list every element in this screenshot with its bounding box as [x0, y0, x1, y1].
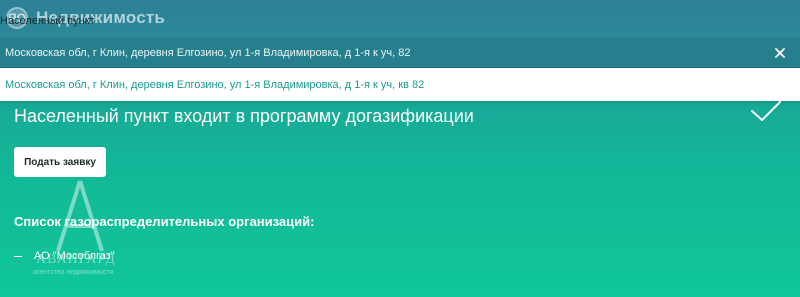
close-icon-glyph — [775, 47, 785, 58]
status-heading: Населенный пункт входит в программу дога… — [14, 106, 474, 126]
org-name[interactable]: АО "Мособлгаз" — [34, 250, 115, 262]
agency-watermark: АВАНГАРД агентство недвижимости — [28, 176, 128, 286]
address-input[interactable]: Московская обл, г Клин, деревня Елгозино… — [0, 38, 800, 68]
watermark-subtitle: агентство недвижимости — [33, 269, 114, 276]
suggestion-item[interactable]: Московская обл, г Клин, деревня Елгозино… — [5, 79, 424, 91]
address-input-value[interactable]: Московская обл, г Клин, деревня Елгозино… — [5, 47, 768, 59]
checkmark-icon — [751, 101, 781, 121]
address-field-label: Населенный пункт — [0, 15, 95, 27]
top-bar: ЯО Недвижимость — [0, 0, 800, 38]
org-list-item: АО "Мособлгаз" — [14, 250, 115, 262]
apply-button[interactable]: Подать заявку — [14, 147, 106, 177]
suggestions-dropdown: Московская обл, г Клин, деревня Елгозино… — [0, 68, 800, 101]
dash-icon — [14, 255, 22, 257]
close-icon[interactable] — [768, 41, 792, 65]
orgs-list-title: Список газораспределительных организаций… — [14, 214, 315, 229]
